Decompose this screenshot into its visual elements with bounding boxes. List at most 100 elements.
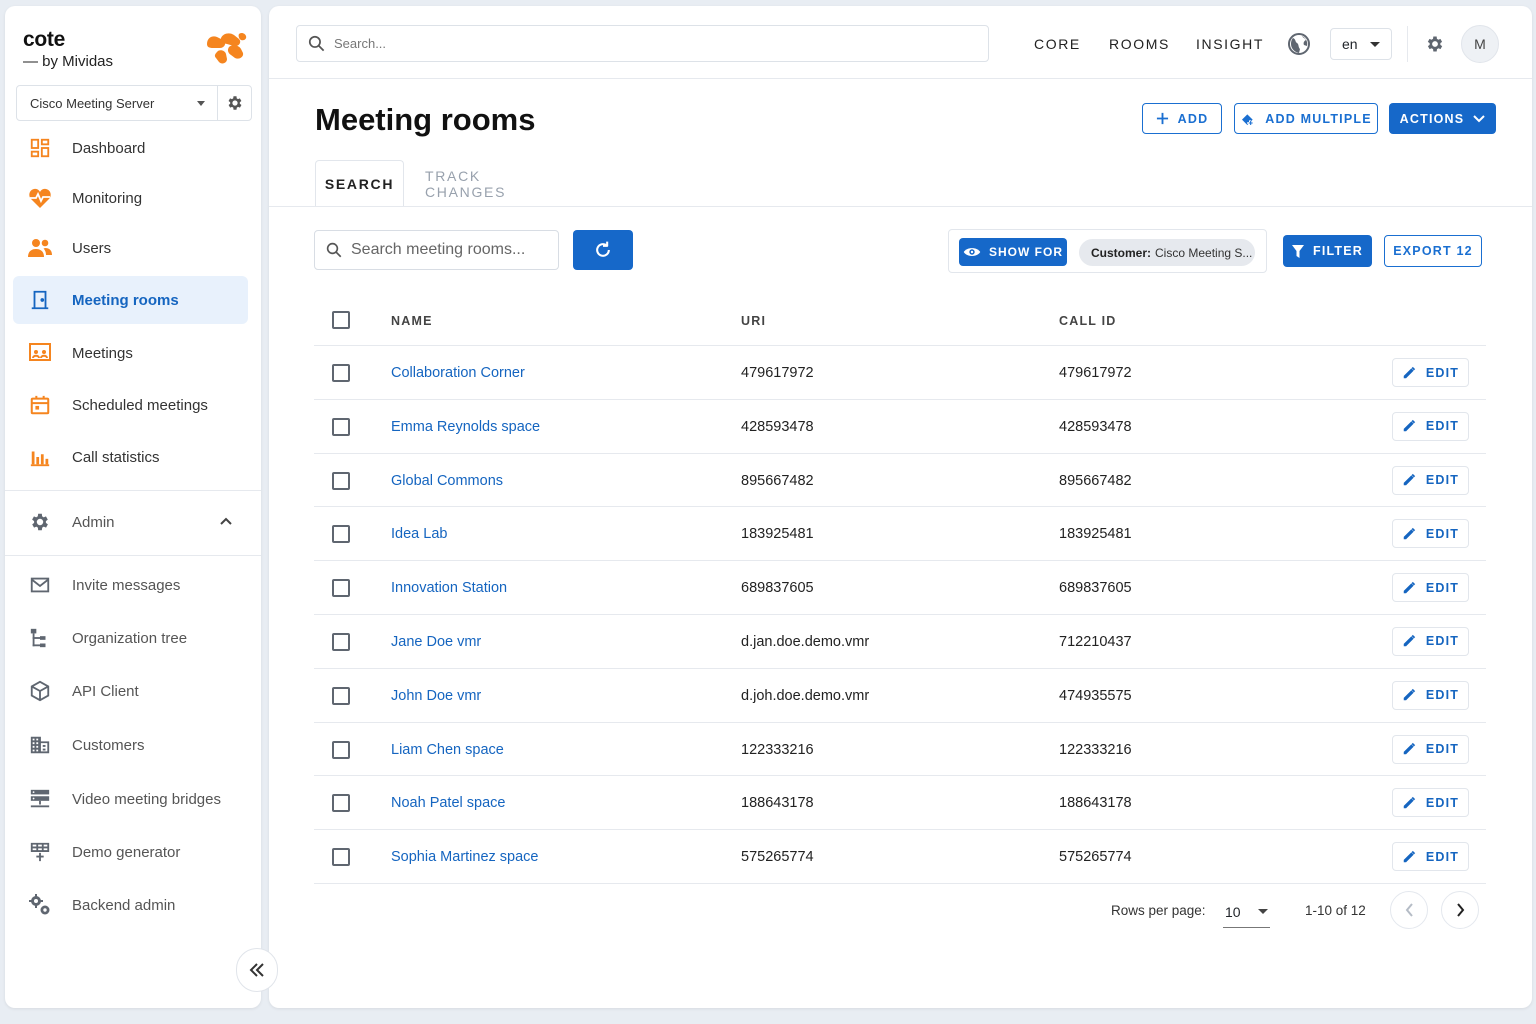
sidebar: cote — by Mividas Cisco Meeting Server D… <box>5 6 261 1008</box>
table-header: NAME URI CALL ID <box>314 294 1486 346</box>
collapse-sidebar-button[interactable] <box>236 948 278 992</box>
sidebar-item-customers[interactable]: Customers <box>13 721 248 769</box>
sidebar-item-monitoring[interactable]: Monitoring <box>13 174 248 222</box>
room-name-link[interactable]: Sophia Martinez space <box>391 849 539 865</box>
edit-button-label: EDIT <box>1425 849 1460 864</box>
nav-link-core[interactable]: CORE <box>1034 36 1081 52</box>
row-checkbox[interactable] <box>332 525 350 544</box>
room-name-link[interactable]: Collaboration Corner <box>391 365 525 381</box>
customer-filter-chip[interactable]: Customer: Cisco Meeting S... <box>1079 239 1255 266</box>
settings-gear-icon[interactable] <box>1425 34 1445 54</box>
edit-button[interactable]: EDIT <box>1392 734 1469 764</box>
column-header-uri[interactable]: URI <box>741 314 766 328</box>
sidebar-item-video-meeting-bridges[interactable]: Video meeting bridges <box>13 775 248 823</box>
room-name-link[interactable]: Noah Patel space <box>391 795 505 811</box>
edit-button[interactable]: EDIT <box>1392 519 1469 549</box>
row-checkbox[interactable] <box>332 364 350 382</box>
show-for-label: SHOW FOR <box>989 245 1063 259</box>
room-uri: 428593478 <box>741 418 814 435</box>
sidebar-divider <box>5 490 261 491</box>
sidebar-item-label: Meeting rooms <box>72 291 179 309</box>
sidebar-item-users[interactable]: Users <box>13 224 248 272</box>
sidebar-item-admin[interactable]: Admin <box>13 498 248 546</box>
sidebar-item-api-client[interactable]: API Client <box>13 667 248 715</box>
filter-button[interactable]: FILTER <box>1283 235 1372 267</box>
row-checkbox[interactable] <box>332 471 350 490</box>
edit-button[interactable]: EDIT <box>1392 465 1469 495</box>
room-name-link[interactable]: Liam Chen space <box>391 742 504 758</box>
row-checkbox[interactable] <box>332 686 350 705</box>
table-row: Jane Doe vmr d.jan.doe.demo.vmr 712210437 E… <box>314 615 1486 669</box>
room-name-link[interactable]: John Doe vmr <box>391 688 481 704</box>
edit-button-label: EDIT <box>1425 365 1460 380</box>
add-multiple-button[interactable]: ADD MULTIPLE <box>1234 103 1378 134</box>
edit-button[interactable]: EDIT <box>1392 680 1469 710</box>
rows-per-page-select[interactable]: 10 <box>1223 896 1270 928</box>
tab-track-changes[interactable]: TRACK CHANGES <box>425 160 550 207</box>
row-checkbox[interactable] <box>332 632 350 651</box>
row-checkbox[interactable] <box>332 579 350 598</box>
edit-button[interactable]: EDIT <box>1392 626 1469 656</box>
previous-page-button[interactable] <box>1390 891 1428 929</box>
sidebar-item-call-statistics[interactable]: Call statistics <box>13 433 248 481</box>
edit-button[interactable]: EDIT <box>1392 358 1469 387</box>
add-button-label: ADD <box>1177 111 1209 126</box>
globe-icon[interactable] <box>1287 32 1311 56</box>
export-button[interactable]: EXPORT 12 <box>1384 235 1482 267</box>
sidebar-item-backend-admin[interactable]: Backend admin <box>13 881 248 929</box>
edit-button-label: EDIT <box>1425 795 1460 810</box>
edit-button[interactable]: EDIT <box>1392 842 1469 872</box>
sidebar-item-label: Meetings <box>72 344 133 362</box>
sidebar-item-dashboard[interactable]: Dashboard <box>13 124 248 172</box>
tab-search[interactable]: SEARCH <box>315 160 404 207</box>
sidebar-item-meetings[interactable]: Meetings <box>13 329 248 377</box>
pencil-icon <box>1403 420 1416 432</box>
row-checkbox[interactable] <box>332 740 350 759</box>
sidebar-item-label: Admin <box>72 513 115 531</box>
sidebar-item-scheduled-meetings[interactable]: Scheduled meetings <box>13 381 248 429</box>
brand[interactable]: cote — by Mividas <box>23 28 113 70</box>
next-page-button[interactable] <box>1441 891 1479 929</box>
room-name-link[interactable]: Global Commons <box>391 473 503 489</box>
edit-button[interactable]: EDIT <box>1392 788 1469 818</box>
room-name-link[interactable]: Innovation Station <box>391 580 507 596</box>
nav-link-rooms[interactable]: ROOMS <box>1109 36 1170 52</box>
row-checkbox[interactable] <box>332 794 350 813</box>
edit-button[interactable]: EDIT <box>1392 411 1469 441</box>
tabs-divider <box>269 206 1532 207</box>
add-button[interactable]: ADD <box>1142 103 1222 134</box>
sidebar-item-demo-generator[interactable]: Demo generator <box>13 828 248 876</box>
room-search[interactable] <box>314 230 559 270</box>
sidebar-item-meeting-rooms[interactable]: Meeting rooms <box>13 276 248 324</box>
nav-link-insight[interactable]: INSIGHT <box>1196 36 1264 52</box>
sidebar-item-organization-tree[interactable]: Organization tree <box>13 614 248 662</box>
row-checkbox[interactable] <box>332 417 350 436</box>
language-select[interactable]: en <box>1330 28 1392 60</box>
room-name-link[interactable]: Idea Lab <box>391 526 447 542</box>
select-all-checkbox[interactable] <box>332 311 350 329</box>
avatar[interactable]: M <box>1461 25 1499 63</box>
main-panel: CORE ROOMS INSIGHT en M Meeting rooms AD… <box>269 6 1532 1008</box>
server-select[interactable]: Cisco Meeting Server <box>16 85 252 121</box>
column-header-call-id[interactable]: CALL ID <box>1059 314 1116 328</box>
global-search[interactable] <box>296 25 989 62</box>
refresh-button[interactable] <box>573 230 633 270</box>
room-uri: 122333216 <box>741 741 814 758</box>
server-settings-button[interactable] <box>217 86 251 120</box>
actions-button[interactable]: ACTIONS <box>1389 103 1496 134</box>
room-search-input[interactable] <box>351 241 558 259</box>
sidebar-item-label: Users <box>72 239 112 257</box>
column-header-name[interactable]: NAME <box>391 314 433 328</box>
sidebar-item-invite-messages[interactable]: Invite messages <box>13 561 248 609</box>
chevron-left-icon <box>1405 903 1413 917</box>
room-uri: 895667482 <box>741 472 814 489</box>
edit-button-label: EDIT <box>1425 580 1460 595</box>
show-for-button[interactable]: SHOW FOR <box>959 238 1067 266</box>
room-name-link[interactable]: Emma Reynolds space <box>391 419 540 435</box>
global-search-input[interactable] <box>334 36 988 51</box>
brand-logo-icon <box>207 32 247 64</box>
edit-button[interactable]: EDIT <box>1392 573 1469 603</box>
room-name-link[interactable]: Jane Doe vmr <box>391 634 481 650</box>
row-checkbox[interactable] <box>332 848 350 867</box>
plus-icon <box>1156 112 1168 125</box>
